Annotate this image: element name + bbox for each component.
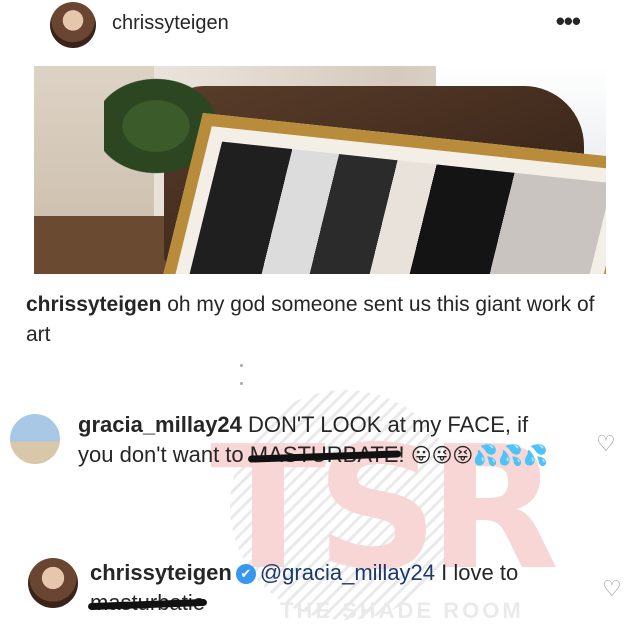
commenter-avatar[interactable] — [10, 414, 60, 464]
caption-username[interactable]: chrissyteigen — [26, 293, 161, 316]
like-heart-icon[interactable]: ♡ — [596, 432, 616, 457]
more-options-icon[interactable]: ••• — [556, 6, 581, 37]
post-author-username[interactable]: chrissyteigen — [112, 12, 229, 35]
comment-body: chrissyteigen ✔ @gracia_millay24 I love to… — [90, 558, 570, 618]
redacted-word: masturbatie — [90, 588, 205, 618]
comment: chrissyteigen ✔ @gracia_millay24 I love to… — [0, 555, 640, 635]
verified-badge-icon: ✔ — [235, 564, 256, 584]
comment-text-part: I love to — [435, 560, 519, 585]
post-photo[interactable] — [34, 66, 606, 274]
comment-body: gracia_millay24 DON'T LOOK at my FACE, i… — [78, 410, 568, 470]
comment-mention[interactable]: @gracia_millay24 — [260, 560, 435, 585]
post-caption: chrissyteigen oh my god someone sent us … — [26, 290, 616, 350]
comment: gracia_millay24 DON'T LOOK at my FACE, i… — [0, 408, 640, 528]
commenter-avatar[interactable] — [28, 558, 78, 608]
post-header: chrissyteigen ••• — [0, 0, 640, 54]
commenter-username[interactable]: chrissyteigen — [90, 560, 232, 585]
redacted-word: MASTURBATE — [250, 440, 399, 470]
like-heart-icon[interactable]: ♡ — [602, 577, 622, 602]
photo-art-print — [177, 141, 606, 274]
post-author-avatar[interactable] — [50, 2, 96, 48]
commenter-username[interactable]: gracia_millay24 — [78, 412, 242, 437]
carousel-divider — [240, 354, 300, 385]
comment-emojis: 😛😜😝💦💦💦 — [410, 443, 548, 467]
